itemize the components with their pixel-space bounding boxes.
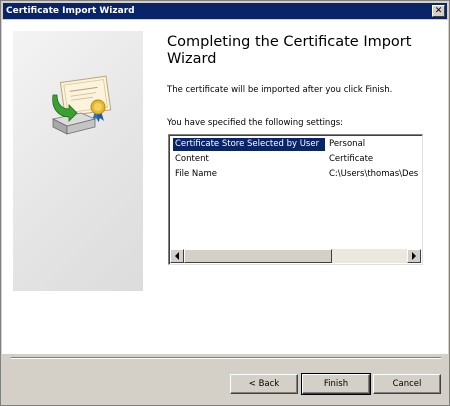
certificate-import-icon	[51, 75, 112, 135]
back-button[interactable]: < Back	[230, 374, 298, 394]
title-bar[interactable]: Certificate Import Wizard ✕	[3, 3, 447, 19]
arrow-right-icon	[412, 252, 416, 260]
finish-button[interactable]: Finish	[301, 373, 371, 395]
finish-instructions: The certificate will be imported after y…	[167, 85, 393, 95]
page-title: Completing the Certificate Import Wizard	[167, 34, 412, 67]
settings-label: You have specified the following setting…	[167, 118, 344, 128]
setting-name: Content	[175, 154, 209, 164]
arrow-left-icon	[175, 252, 179, 260]
list-item[interactable]: Content Certificate	[171, 152, 422, 166]
setting-name: File Name	[175, 169, 218, 179]
close-icon: ✕	[434, 5, 443, 16]
wizard-side-panel	[13, 31, 143, 291]
scroll-thumb[interactable]	[184, 249, 332, 263]
list-item[interactable]: Certificate Store Selected by User Perso…	[171, 137, 422, 151]
window-title: Certificate Import Wizard	[6, 6, 135, 16]
horizontal-scrollbar[interactable]	[170, 249, 421, 263]
setting-value: C:\Users\thomas\Des	[329, 169, 419, 179]
list-item[interactable]: File Name C:\Users\thomas\Des	[171, 167, 422, 181]
cancel-button[interactable]: Cancel	[373, 374, 441, 394]
setting-name: Certificate Store Selected by User	[173, 137, 325, 151]
scroll-left-button[interactable]	[170, 249, 184, 263]
settings-list[interactable]: Certificate Store Selected by User Perso…	[168, 134, 423, 265]
setting-value: Certificate	[329, 154, 374, 164]
wizard-window: Certificate Import Wizard ✕ Completing t…	[0, 0, 450, 406]
scroll-right-button[interactable]	[407, 249, 421, 263]
button-divider	[11, 357, 441, 359]
close-button[interactable]: ✕	[432, 5, 445, 17]
setting-value: Personal	[329, 139, 366, 149]
